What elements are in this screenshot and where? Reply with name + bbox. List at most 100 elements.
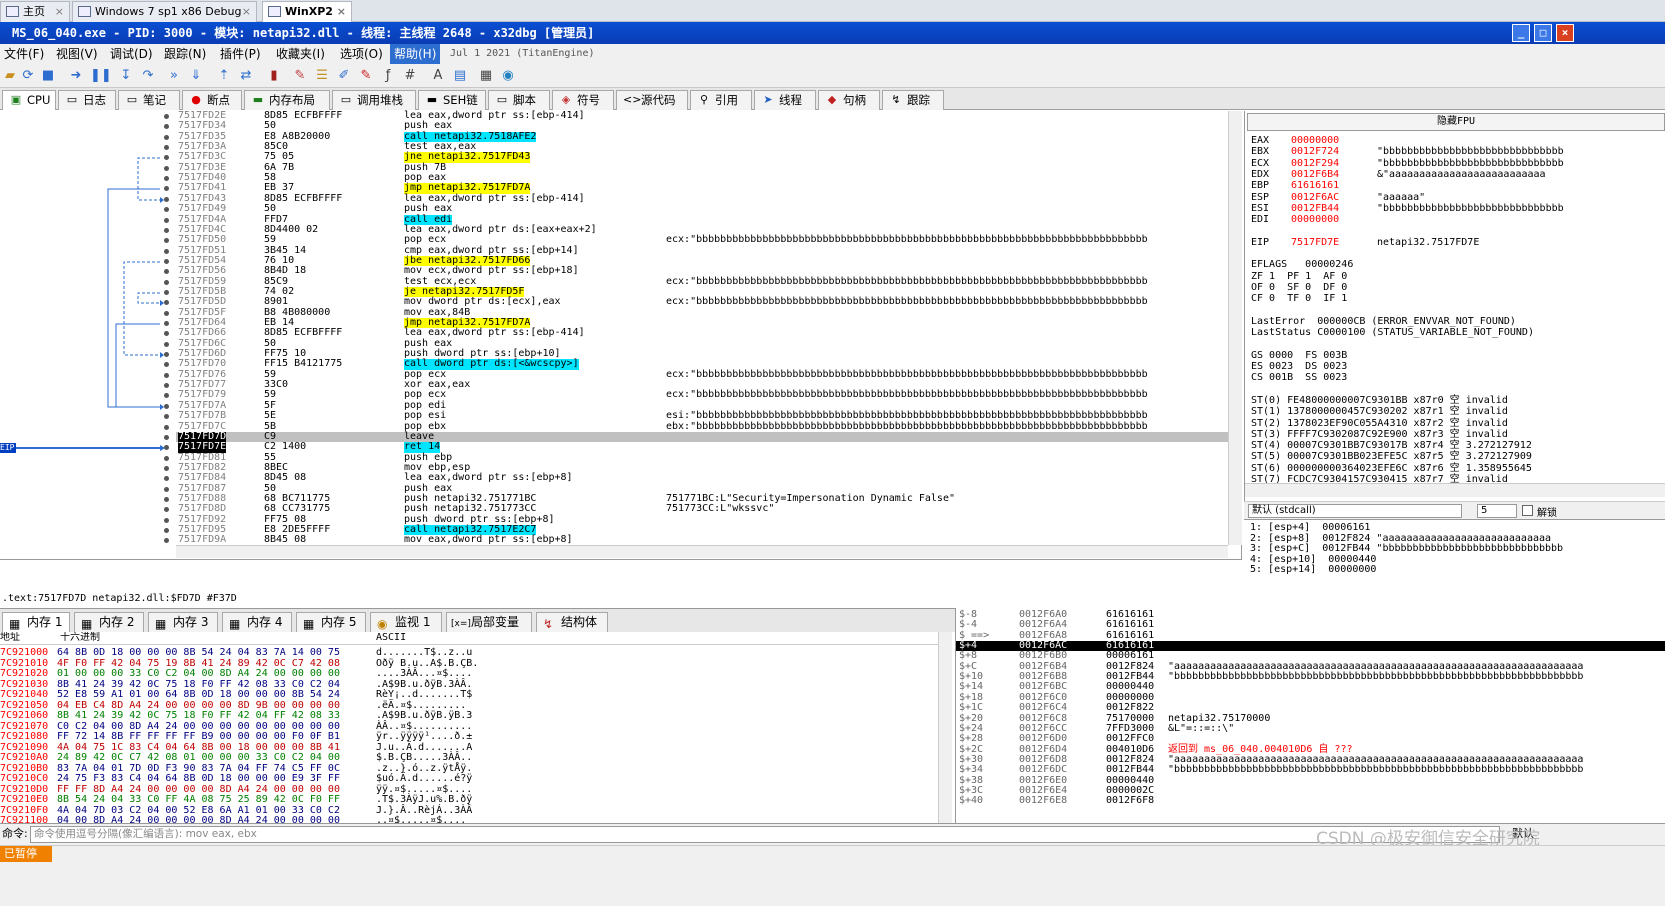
disasm-row[interactable]: 7517FD3E 6A 7B push 7B	[176, 162, 1228, 173]
tab-call-stack[interactable]: ▭ 调用堆栈	[332, 90, 416, 110]
tab-threads[interactable]: ➤ 线程	[754, 90, 816, 110]
disasm-row[interactable]: 7517FD76 59 pop ecx ecx:"bbbbbbbbbbbbbbbbbb…	[176, 369, 1228, 380]
dump-row[interactable]: 7C9210C0 24 75 F3 83 C4 04 64 8B 0D 18 00…	[0, 773, 940, 785]
patch-icon[interactable]: ✎	[292, 68, 308, 84]
breakpoint-dot[interactable]	[164, 341, 169, 347]
breakpoint-dot[interactable]	[164, 465, 169, 471]
register-value[interactable]: 0012F6B4	[1291, 169, 1339, 180]
execute-till-return-icon[interactable]: ⇡	[216, 68, 232, 84]
dump-row[interactable]: 7C921080 FF 72 14 8B FF FF FF FF B9 00 00…	[0, 731, 940, 743]
breakpoint-dot[interactable]	[164, 403, 169, 409]
disasm-row[interactable]: 7517FD8D 68 CC731775 push netapi32.751773C…	[176, 503, 1228, 514]
dump-row[interactable]: 7C921000 64 8B 0D 18 00 00 00 8B 54 24 04…	[0, 647, 940, 659]
step-over-icon[interactable]: ↷	[140, 68, 156, 84]
dump-row[interactable]: 7C921060 8B 41 24 39 42 0C 75 18 F0 FF 42…	[0, 710, 940, 722]
disasm-row[interactable]: 7517FD49 50 push eax	[176, 203, 1228, 214]
disasm-row[interactable]: 7517FD5F B8 4B080000 mov eax,84B	[176, 307, 1228, 318]
stack-row[interactable]: $+1C 0012F6C4 0012F822	[956, 702, 1665, 713]
disassembly-scrollbar[interactable]	[1228, 111, 1242, 545]
disasm-row[interactable]: 7517FD35 E8 A8B20000 call netapi32.7518AFE…	[176, 131, 1228, 143]
hash-icon[interactable]: #	[402, 68, 418, 84]
disasm-row[interactable]: 7517FD59 85C9 test ecx,ecx ecx:"bbbbbbbbbbb…	[176, 276, 1228, 287]
breakpoint-dot[interactable]	[164, 279, 169, 285]
disasm-row[interactable]: 7517FD40 58 pop eax	[176, 172, 1228, 183]
maximize-button[interactable]: □	[1534, 24, 1552, 42]
disasm-row[interactable]: 7517FD84 8D45 08 lea eax,dword ptr ss:[ebp…	[176, 472, 1228, 483]
disasm-row[interactable]: 7517FD79 59 pop ecx ecx:"bbbbbbbbbbbbbbbbbb…	[176, 390, 1228, 401]
disassembly-view[interactable]: EIP 7517FD2E 8D85 ECFBFFFF lea eax,dword p…	[0, 110, 1242, 559]
restart-icon[interactable]: ⟳	[20, 68, 36, 84]
label-icon[interactable]: ✐	[336, 68, 352, 84]
tab-source[interactable]: <> 源代码	[616, 90, 688, 110]
tab-symbols[interactable]: ◈ 符号	[552, 90, 614, 110]
disasm-row[interactable]: 7517FD7C 5B pop ebx ebx:"bbbbbbbbbbbbbbbbbb…	[176, 421, 1228, 432]
tab-dump-4[interactable]: ▦ 内存 4	[222, 612, 292, 633]
breakpoint-dot[interactable]	[164, 217, 169, 223]
disasm-row[interactable]: 7517FD3A 85C0 test eax,eax	[176, 141, 1228, 152]
menu-options[interactable]: 选项(O)	[336, 44, 387, 64]
bookmark-icon[interactable]: ✎	[358, 68, 374, 84]
disasm-row[interactable]: 7517FD7D C9 leave	[176, 431, 1228, 443]
register-value[interactable]: 61616161	[1291, 180, 1339, 191]
register-panel[interactable]: 隐藏FPU EAX 00000000 EBX 0012F724 "bbbbbbbbbbb…	[1244, 111, 1665, 501]
open-icon[interactable]: ▰	[2, 68, 18, 84]
disasm-row[interactable]: 7517FD81 55 push ebp	[176, 452, 1228, 463]
dump-row[interactable]: 7C9210E0 8B 54 24 04 33 C0 FF 4A 08 75 25…	[0, 794, 940, 806]
tab-dump-1[interactable]: ▦ 内存 1	[2, 612, 70, 633]
register-value[interactable]: 00000000	[1291, 135, 1339, 146]
breakpoint-dot[interactable]	[164, 486, 169, 492]
tab-memory-map[interactable]: ▬ 内存布局	[244, 90, 330, 110]
run-icon[interactable]: ➜	[68, 68, 84, 84]
trace-over-icon[interactable]: ⇓	[188, 68, 204, 84]
disasm-row[interactable]: 7517FD66 8D85 ECFBFFFF lea eax,dword ptr s…	[176, 327, 1228, 338]
globe-icon[interactable]: ◉	[500, 68, 516, 84]
disasm-row[interactable]: 7517FD7B 5E pop esi esi:"bbbbbbbbbbbbbbbbbb…	[176, 410, 1228, 421]
hex-dump-view[interactable]: 地址 十六进制 ASCII 7C921000 64 8B 0D 18 00 00 …	[0, 632, 953, 823]
pause-icon[interactable]: ❚❚	[90, 68, 112, 84]
close-window-button[interactable]: ×	[1556, 24, 1574, 42]
font-icon[interactable]: A	[430, 68, 446, 84]
breakpoint-dot[interactable]	[164, 372, 169, 378]
tab-notes[interactable]: ▭ 笔记	[118, 90, 180, 110]
breakpoint-dot[interactable]	[164, 165, 169, 171]
command-input[interactable]: 命令使用逗号分隔(像汇编语言): mov eax, ebx	[30, 826, 1500, 843]
disassembly-hscrollbar[interactable]	[176, 545, 1228, 558]
breakpoint-dot[interactable]	[164, 321, 169, 326]
disasm-row[interactable]: 7517FD34 50 push eax	[176, 120, 1228, 131]
tab-references[interactable]: ⚲ 引用	[690, 90, 752, 110]
breakpoint-dot[interactable]	[164, 434, 169, 440]
tab-dump-3[interactable]: ▦ 内存 3	[148, 612, 218, 633]
disasm-row[interactable]: 7517FD95 E8 2DE5FFFF call netapi32.7517E2C…	[176, 524, 1228, 536]
disasm-row[interactable]: 7517FD2E 8D85 ECFBFFFF lea eax,dword ptr s…	[176, 110, 1228, 121]
tab-log[interactable]: ▭ 日志	[58, 90, 116, 110]
close-icon[interactable]: ×	[337, 2, 346, 21]
tab-breakpoints[interactable]: ● 断点	[182, 90, 242, 110]
host-tab-winxp2[interactable]: WinXP2 ×	[262, 1, 352, 22]
disasm-row[interactable]: 7517FD54 76 10 jbe netapi32.7517FD66	[176, 255, 1228, 267]
disasm-row[interactable]: 7517FD7E C2 1400 ret 14	[176, 441, 1228, 453]
dump-row[interactable]: 7C921040 52 E8 59 A1 01 00 64 8B 0D 18 00…	[0, 689, 940, 701]
calculator-icon[interactable]: ▦	[478, 68, 494, 84]
minimize-button[interactable]: _	[1512, 24, 1530, 42]
close-icon[interactable]: ×	[242, 2, 251, 21]
memory-icon[interactable]: ▤	[452, 68, 468, 84]
stop-icon[interactable]: ■	[40, 68, 56, 84]
register-value[interactable]: 7517FD7E	[1291, 237, 1339, 248]
tab-dump-2[interactable]: ▦ 内存 2	[74, 612, 144, 633]
disasm-row[interactable]: 7517FD82 8BEC mov ebp,esp	[176, 462, 1228, 473]
tab-watch-1[interactable]: ◉ 监视 1	[370, 612, 442, 633]
register-value[interactable]: 0012F724	[1291, 146, 1339, 157]
disasm-row[interactable]: 7517FD4A FFD7 call edi	[176, 214, 1228, 225]
disasm-row[interactable]: 7517FD5D 8901 mov dword ptr ds:[ecx],eax ec…	[176, 296, 1228, 307]
disasm-row[interactable]: 7517FD50 59 pop ecx ecx:"bbbbbbbbbbbbbbbbbb…	[176, 234, 1228, 245]
breakpoint-dot[interactable]	[164, 134, 169, 140]
menu-trace[interactable]: 跟踪(N)	[160, 44, 210, 64]
breakpoint-dot[interactable]	[164, 258, 169, 264]
register-hscrollbar[interactable]	[1245, 483, 1665, 497]
register-value[interactable]: 0012F6AC	[1291, 192, 1339, 203]
menu-debug[interactable]: 调试(D)	[106, 44, 157, 64]
close-icon[interactable]: ×	[55, 2, 64, 21]
menu-plugins[interactable]: 插件(P)	[216, 44, 265, 64]
stack-row[interactable]: $+40 0012F6E8 0012F6F8	[956, 795, 1665, 806]
register-value[interactable]: 00000000	[1291, 214, 1339, 225]
